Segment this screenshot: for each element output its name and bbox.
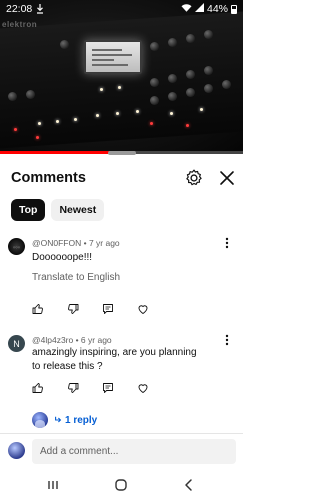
avatar-letter: N [13,339,20,349]
reply-button[interactable] [102,302,137,316]
translate-link[interactable]: Translate to English [32,272,120,283]
comment-author-line[interactable]: @ON0FFON • 7 yr ago [32,238,120,248]
synth-display [84,40,142,74]
comment-actions [32,381,172,395]
heart-button[interactable] [137,302,172,316]
comment-author-line[interactable]: @4lp4z3ro • 6 yr ago [32,335,112,345]
comment-more-button[interactable] [222,333,232,347]
comments-title: Comments [11,170,86,186]
battery-icon [231,4,237,14]
dislike-button[interactable] [67,302,102,316]
avatar[interactable]: N [8,335,25,352]
comment-reply-icon [103,304,113,314]
avatar[interactable]: ○○○ [8,238,25,255]
my-avatar [8,442,25,459]
like-button[interactable] [32,381,67,395]
signal-icon [194,3,204,15]
comment-reply-icon [103,383,113,393]
sheet-drag-handle[interactable] [108,151,136,155]
chip-newest[interactable]: Newest [51,199,105,221]
close-icon [220,171,234,185]
heart-icon [138,384,148,393]
settings-button[interactable] [184,168,204,188]
more-vert-icon [225,334,229,346]
video-player[interactable]: elektron 22:08 44% [0,0,243,154]
comment-more-button[interactable] [222,236,232,250]
thumb-up-icon [32,383,43,393]
replies-row[interactable]: 1 reply [32,412,97,428]
heart-icon [138,305,148,314]
home-icon [115,479,127,491]
home-button[interactable] [114,478,128,492]
comment-text: amazingly inspiring, are you planning to… [32,347,197,372]
dislike-button[interactable] [67,381,102,395]
status-time: 22:08 [6,3,33,15]
battery-percent: 44% [206,3,228,15]
more-vert-icon [225,237,229,249]
thumb-up-icon [32,304,43,314]
add-comment-input[interactable] [32,439,236,464]
reply-author-avatar [32,412,48,428]
comment-composer [0,437,243,467]
status-bar: 22:08 44% [0,0,243,18]
settings-icon [186,169,202,186]
back-icon [185,479,192,491]
replies-count-label: 1 reply [65,414,98,426]
reply-button[interactable] [102,381,137,395]
comment-actions [32,302,172,316]
wifi-icon [181,3,192,15]
thumb-down-icon [68,304,79,314]
svg-text:○○○: ○○○ [13,245,21,250]
video-brand-text: elektron [2,20,38,29]
sheet-header: Comments [0,164,243,192]
view-replies-link[interactable]: 1 reply [54,415,97,426]
chip-top[interactable]: Top [11,199,46,221]
comment-text: Doooooope!!! [32,252,93,263]
thumb-down-icon [68,383,79,393]
android-nav-bar [0,472,243,500]
heart-button[interactable] [137,381,172,395]
close-button[interactable] [217,168,237,188]
download-icon [36,4,44,14]
recents-icon [48,481,58,489]
sort-chips: Top Newest [11,199,105,221]
composer-divider [0,433,243,434]
back-button[interactable] [182,478,196,492]
recents-button[interactable] [46,478,60,492]
reply-arrow-icon [55,416,62,423]
like-button[interactable] [32,302,67,316]
